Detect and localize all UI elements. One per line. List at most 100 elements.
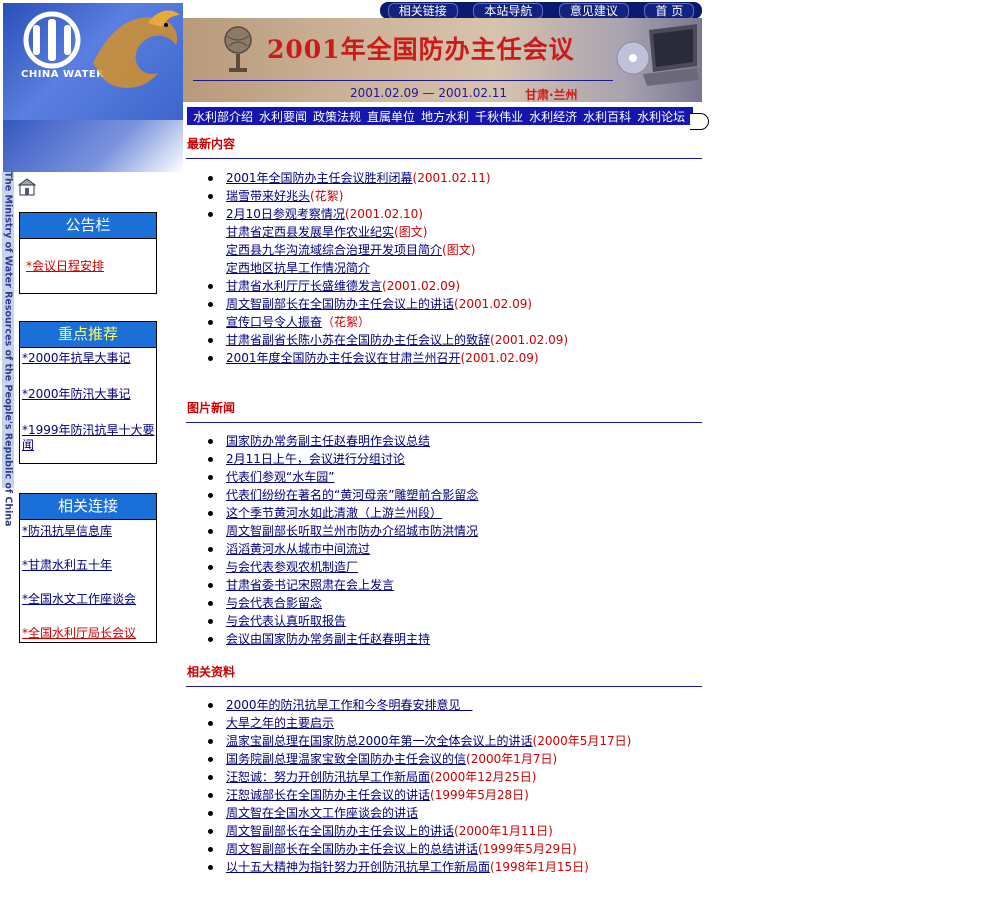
news-link[interactable]: 代表们纷纷在著名的“黄河母亲”雕塑前合影留念: [226, 488, 478, 502]
latest-news-list: 2001年全国防办主任会议胜利闭幕(2001.02.11) 瑞雪带来好兆头(花絮)…: [207, 169, 568, 367]
ministry-side-banner: The Ministry of Water Resources of the P…: [2, 171, 14, 527]
related-link[interactable]: *防汛抗旱信息库: [22, 524, 156, 539]
ministry-side-text: The Ministry of Water Resources of the P…: [2, 171, 14, 527]
related-link[interactable]: *全国水利厅局长会议: [22, 626, 156, 641]
water-logo-icon: [23, 11, 81, 69]
news-link[interactable]: 汪恕诚部长在全国防办主任会议的讲话: [226, 788, 430, 802]
news-meta: (2001.02.09): [454, 297, 533, 311]
related-link[interactable]: *甘肃水利五十年: [22, 558, 156, 573]
nav-water-forum[interactable]: 水利论坛: [637, 108, 685, 125]
notice-link[interactable]: *会议日程安排: [26, 257, 156, 274]
news-link[interactable]: 国务院副总理温家宝致全国防办主任会议的信: [226, 752, 466, 766]
top-nav-home[interactable]: 首 页: [644, 2, 695, 19]
news-item: 甘肃省定西县发展旱作农业纪实(图文): [207, 223, 568, 241]
news-link[interactable]: 瑞雪带来好兆头: [226, 189, 310, 203]
news-link[interactable]: 定西地区抗旱工作情况简介: [226, 261, 370, 275]
news-link[interactable]: 周文智副部长在全国防办主任会议上的总结讲话: [226, 842, 478, 856]
news-item: 会议由国家防办常务副主任赵春明主持: [207, 630, 478, 648]
news-item: 定西县九华沟流域综合治理开发项目简介(图文): [207, 241, 568, 259]
news-link[interactable]: 会议由国家防办常务副主任赵春明主持: [226, 632, 430, 646]
news-link[interactable]: 与会代表参观农机制造厂: [226, 560, 358, 574]
news-link[interactable]: 甘肃省委书记宋照肃在会上发言: [226, 578, 394, 592]
news-meta: (花絮): [310, 189, 344, 203]
news-meta: (2001.02.09): [382, 279, 461, 293]
news-meta: （花絮）: [322, 315, 371, 329]
dragon-illustration-icon: [93, 10, 180, 88]
news-link[interactable]: 国家防办常务副主任赵春明作会议总结: [226, 434, 430, 448]
top-navigation: 相关链接 本站导航 意见建议 首 页: [380, 2, 702, 19]
site-logo[interactable]: CHINA WATER: [3, 3, 183, 120]
news-item: 甘肃省委书记宋照肃在会上发言: [207, 576, 478, 594]
banner-title: 2001年全国防办主任会议: [267, 35, 575, 64]
nav-great-works[interactable]: 千秋伟业: [475, 108, 523, 125]
news-link[interactable]: 这个季节黄河水如此清澈（上游兰州段）: [226, 506, 442, 520]
conference-banner: 2001年全国防办主任会议 2001.02.09 — 2001.02.11 甘肃…: [183, 18, 702, 102]
news-item: 宣传口号令人振奋（花絮）: [207, 313, 568, 331]
nav-water-economy[interactable]: 水利经济: [529, 108, 577, 125]
news-item: 与会代表合影留念: [207, 594, 478, 612]
top-nav-suggestions[interactable]: 意见建议: [558, 2, 629, 19]
news-link[interactable]: 汪恕诚：努力开创防汛抗旱工作新局面: [226, 770, 430, 784]
section-divider: [186, 158, 702, 159]
news-item: 汪恕诚：努力开创防汛抗旱工作新局面(2000年12月25日): [207, 768, 631, 786]
news-item: 定西地区抗旱工作情况简介: [207, 259, 568, 277]
news-item: 周文智副部长在全国防办主任会议上的总结讲话(1999年5月29日): [207, 840, 631, 858]
news-link[interactable]: 周文智副部长在全国防办主任会议上的讲话: [226, 824, 454, 838]
news-item: 这个季节黄河水如此清澈（上游兰州段）: [207, 504, 478, 522]
home-icon[interactable]: [18, 178, 36, 196]
nav-water-news[interactable]: 水利要闻: [259, 108, 307, 125]
news-link[interactable]: 2月11日上午，会议进行分组讨论: [226, 452, 405, 466]
main-navigation: 水利部介绍 水利要闻 政策法规 直属单位 地方水利 千秋伟业 水利经济 水利百科…: [187, 107, 693, 125]
top-nav-site-map[interactable]: 本站导航: [473, 2, 544, 19]
section-title-photo-news: 图片新闻: [187, 401, 236, 415]
news-item: 与会代表认真听取报告: [207, 612, 478, 630]
top-nav-related-links[interactable]: 相关链接: [387, 2, 458, 19]
news-link[interactable]: 宣传口号令人振奋: [226, 315, 322, 329]
news-meta: (2000年1月11日): [454, 824, 553, 838]
news-item: 2月11日上午，会议进行分组讨论: [207, 450, 478, 468]
nav-water-encyclopedia[interactable]: 水利百科: [583, 108, 631, 125]
news-link[interactable]: 甘肃省定西县发展旱作农业纪实: [226, 225, 394, 239]
news-item: 与会代表参观农机制造厂: [207, 558, 478, 576]
news-item: 国家防办常务副主任赵春明作会议总结: [207, 432, 478, 450]
news-item: 温家宝副总理在国家防总2000年第一次全体会议上的讲话(2000年5月17日): [207, 732, 631, 750]
news-link[interactable]: 2001年全国防办主任会议胜利闭幕: [226, 171, 413, 185]
news-meta: (图文): [394, 225, 428, 239]
news-item: 滔滔黄河水从城市中间流过: [207, 540, 478, 558]
news-link[interactable]: 周文智在全国水文工作座谈会的讲话: [226, 806, 418, 820]
news-link[interactable]: 甘肃省副省长陈小苏在全国防办主任会议上的致辞: [226, 333, 490, 347]
news-link[interactable]: 2月10日参观考察情况: [226, 207, 345, 221]
news-item: 周文智副部长在全国防办主任会议上的讲话(2000年1月11日): [207, 822, 631, 840]
news-link[interactable]: 大旱之年的主要启示: [226, 716, 334, 730]
news-link[interactable]: 与会代表认真听取报告: [226, 614, 346, 628]
news-meta: (图文): [442, 243, 476, 257]
section-title-latest: 最新内容: [187, 137, 236, 151]
nav-policies[interactable]: 政策法规: [313, 108, 361, 125]
nav-local-water[interactable]: 地方水利: [421, 108, 469, 125]
news-link[interactable]: 滔滔黄河水从城市中间流过: [226, 542, 370, 556]
news-item: 周文智副部长听取兰州市防办介绍城市防洪情况: [207, 522, 478, 540]
news-link[interactable]: 与会代表合影留念: [226, 596, 322, 610]
banner-rule: [193, 80, 613, 81]
news-link[interactable]: 周文智副部长听取兰州市防办介绍城市防洪情况: [226, 524, 478, 538]
news-link[interactable]: 甘肃省水利厅厅长盛维德发言: [226, 279, 382, 293]
news-link[interactable]: 2001年度全国防办主任会议在甘肃兰州召开: [226, 351, 461, 365]
news-item: 国务院副总理温家宝致全国防办主任会议的信(2000年1月7日): [207, 750, 631, 768]
featured-link[interactable]: *2000年抗旱大事记: [22, 351, 156, 366]
news-link[interactable]: 代表们参观“水车园”: [226, 470, 334, 484]
nav-ministry-intro[interactable]: 水利部介绍: [193, 108, 253, 125]
news-item: 2001年度全国防办主任会议在甘肃兰州召开(2001.02.09): [207, 349, 568, 367]
nav-affiliated-units[interactable]: 直属单位: [367, 108, 415, 125]
related-link[interactable]: *全国水文工作座谈会: [22, 592, 156, 607]
news-link[interactable]: 定西县九华沟流域综合治理开发项目简介: [226, 243, 442, 257]
news-link[interactable]: 周文智副部长在全国防办主任会议上的讲话: [226, 297, 454, 311]
featured-link[interactable]: *2000年防汛大事记: [22, 387, 156, 402]
nav-end-cap: [690, 113, 709, 130]
news-item: 大旱之年的主要启示: [207, 714, 631, 732]
news-link[interactable]: 以十五大精神为指针努力开创防汛抗旱工作新局面: [226, 860, 490, 874]
news-item: 代表们参观“水车园”: [207, 468, 478, 486]
news-link[interactable]: 2000年的防汛抗旱工作和今冬明春安排意见: [226, 698, 473, 712]
news-item: 2001年全国防办主任会议胜利闭幕(2001.02.11): [207, 169, 568, 187]
featured-link[interactable]: *1999年防汛抗旱十大要闻: [22, 423, 156, 453]
news-link[interactable]: 温家宝副总理在国家防总2000年第一次全体会议上的讲话: [226, 734, 533, 748]
